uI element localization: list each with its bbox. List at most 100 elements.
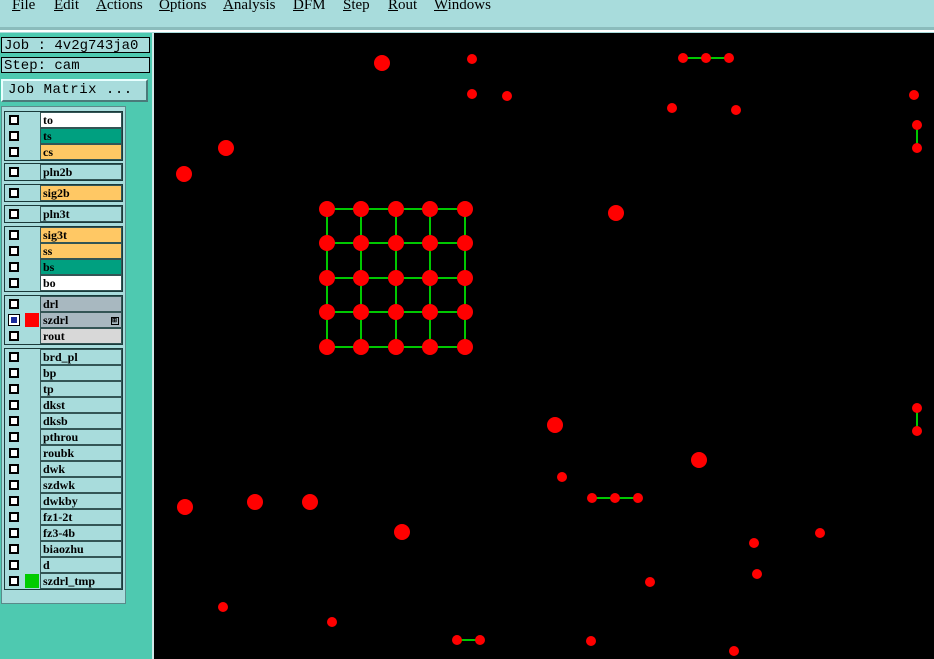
drill-pad[interactable] [218, 140, 234, 156]
menu-options[interactable]: Options [159, 0, 207, 14]
layer-expand-icon[interactable]: ⊞ [111, 317, 119, 325]
grid-pad[interactable] [388, 201, 404, 217]
drill-pad[interactable] [452, 635, 462, 645]
layer-row-bp[interactable]: bp [5, 365, 122, 381]
layer-name[interactable]: fz3-4b [40, 525, 122, 541]
layer-name[interactable]: pln2b [40, 164, 122, 180]
layer-name[interactable]: pthrou [40, 429, 122, 445]
layer-name[interactable]: bs [40, 259, 122, 275]
layer-name[interactable]: sig2b [40, 185, 122, 201]
grid-pad[interactable] [319, 304, 335, 320]
grid-pad[interactable] [457, 201, 473, 217]
layer-row-dkst[interactable]: dkst [5, 397, 122, 413]
layer-name[interactable]: bo [40, 275, 122, 291]
layer-row-ts[interactable]: ts [5, 128, 122, 144]
layer-row-dksb[interactable]: dksb [5, 413, 122, 429]
layer-name[interactable]: rout [40, 328, 122, 344]
layer-row-szdwk[interactable]: szdwk [5, 477, 122, 493]
layer-row-bo[interactable]: bo [5, 275, 122, 291]
drill-pad[interactable] [502, 91, 512, 101]
layer-row-roubk[interactable]: roubk [5, 445, 122, 461]
drill-pad[interactable] [475, 635, 485, 645]
grid-pad[interactable] [353, 304, 369, 320]
drill-pad[interactable] [749, 538, 759, 548]
layer-checkbox[interactable] [9, 278, 19, 288]
drill-pad[interactable] [667, 103, 677, 113]
layer-name[interactable]: cs [40, 144, 122, 160]
menu-analysis[interactable]: Analysis [223, 0, 276, 14]
grid-pad[interactable] [422, 339, 438, 355]
layer-checkbox[interactable] [9, 331, 19, 341]
drill-pad[interactable] [587, 493, 597, 503]
drill-pad[interactable] [467, 89, 477, 99]
layer-name[interactable]: bp [40, 365, 122, 381]
layer-checkbox[interactable] [9, 576, 19, 586]
job-matrix-button[interactable]: Job Matrix ... [1, 79, 148, 102]
grid-pad[interactable] [319, 339, 335, 355]
menu-file[interactable]: File [12, 0, 35, 14]
layer-checkbox[interactable] [9, 432, 19, 442]
drill-pad[interactable] [691, 452, 707, 468]
layer-name[interactable]: fz1-2t [40, 509, 122, 525]
drill-pad[interactable] [302, 494, 318, 510]
layer-row-tp[interactable]: tp [5, 381, 122, 397]
layer-row-dwkby[interactable]: dwkby [5, 493, 122, 509]
menu-actions[interactable]: Actions [96, 0, 143, 14]
layer-checkbox[interactable] [9, 496, 19, 506]
layer-checkbox[interactable] [9, 560, 19, 570]
layer-row-pthrou[interactable]: pthrou [5, 429, 122, 445]
drill-pad[interactable] [610, 493, 620, 503]
menu-edit[interactable]: Edit [54, 0, 79, 14]
drill-pad[interactable] [645, 577, 655, 587]
drill-pad[interactable] [327, 617, 337, 627]
layer-checkbox[interactable] [9, 368, 19, 378]
layer-checkbox[interactable] [9, 384, 19, 394]
layer-row-cs[interactable]: cs [5, 144, 122, 160]
layer-checkbox[interactable] [9, 400, 19, 410]
drill-pad[interactable] [374, 55, 390, 71]
layer-checkbox[interactable] [9, 230, 19, 240]
layer-name[interactable]: dwk [40, 461, 122, 477]
menu-step[interactable]: Step [343, 0, 370, 14]
drill-pad[interactable] [912, 403, 922, 413]
drill-pad[interactable] [218, 602, 228, 612]
layer-row-szdrl_tmp[interactable]: szdrl_tmp [5, 573, 122, 589]
layer-checkbox[interactable] [9, 544, 19, 554]
grid-pad[interactable] [457, 339, 473, 355]
drill-pad[interactable] [608, 205, 624, 221]
drill-pad[interactable] [912, 120, 922, 130]
drill-pad[interactable] [724, 53, 734, 63]
layer-row-to[interactable]: to [5, 112, 122, 128]
layer-checkbox[interactable] [9, 448, 19, 458]
grid-pad[interactable] [319, 201, 335, 217]
layer-name[interactable]: ts [40, 128, 122, 144]
grid-pad[interactable] [388, 235, 404, 251]
drill-pad[interactable] [912, 143, 922, 153]
grid-pad[interactable] [457, 235, 473, 251]
drill-pad[interactable] [547, 417, 563, 433]
drill-pad[interactable] [247, 494, 263, 510]
layer-row-rout[interactable]: rout [5, 328, 122, 344]
layer-checkbox[interactable] [9, 131, 19, 141]
grid-pad[interactable] [353, 270, 369, 286]
grid-pad[interactable] [457, 270, 473, 286]
layer-name[interactable]: drl [40, 296, 122, 312]
layer-name[interactable]: szdwk [40, 477, 122, 493]
layer-name[interactable]: szdrl_tmp [40, 573, 122, 589]
layer-name[interactable]: tp [40, 381, 122, 397]
layer-name[interactable]: biaozhu [40, 541, 122, 557]
layer-row-drl[interactable]: drl [5, 296, 122, 312]
layer-row-szdrl[interactable]: szdrl ⊞ [5, 312, 122, 328]
layer-row-ss[interactable]: ss [5, 243, 122, 259]
menu-rout[interactable]: Rout [388, 0, 417, 14]
layer-row-dwk[interactable]: dwk [5, 461, 122, 477]
grid-pad[interactable] [353, 339, 369, 355]
drill-pad[interactable] [586, 636, 596, 646]
layer-name[interactable]: sig3t [40, 227, 122, 243]
drill-pad[interactable] [701, 53, 711, 63]
layer-name[interactable]: roubk [40, 445, 122, 461]
drill-pad[interactable] [633, 493, 643, 503]
layer-checkbox[interactable] [9, 299, 19, 309]
layer-checkbox[interactable] [9, 352, 19, 362]
layer-name[interactable]: szdrl ⊞ [40, 312, 122, 328]
